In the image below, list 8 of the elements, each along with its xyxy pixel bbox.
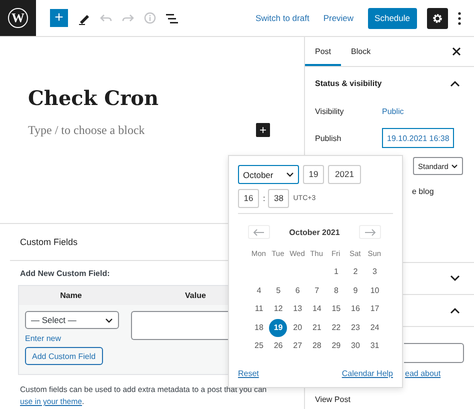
checkbox-label: e blog [412, 187, 435, 196]
section-label: Add New Custom Field: [20, 269, 111, 278]
field-label: Visibility [315, 106, 345, 116]
field-label: Publish [315, 134, 342, 142]
view-post-label: View Post [315, 395, 352, 404]
time-separator: : [263, 194, 266, 203]
column-header: Name [59, 290, 83, 302]
column-header: Value [185, 290, 206, 302]
